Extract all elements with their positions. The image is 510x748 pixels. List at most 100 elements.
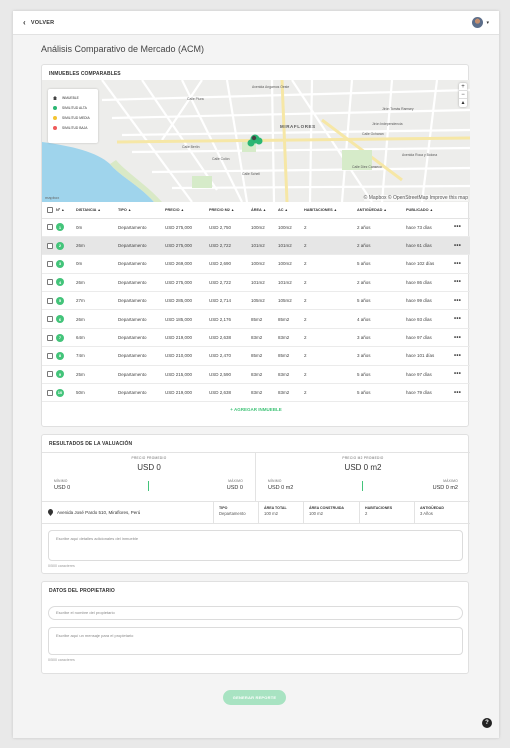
cell-rooms: 2 [304,291,357,311]
col-age[interactable]: ANTIGÜEDAD▲ [357,202,406,219]
row-checkbox[interactable] [47,389,53,396]
col-price-m2[interactable]: PRECIO M2▲ [209,202,251,219]
row-checkbox[interactable] [47,224,53,231]
col-distance[interactable]: DISTANCIA▲ [76,202,118,219]
col-number[interactable]: Nº▲ [56,202,76,219]
col-ac[interactable]: AC▲ [278,202,304,219]
table-row[interactable]: 5 27m Departamento USD 285,000 USD 2,714 105m… [42,291,470,311]
row-number-badge: 9 [56,370,64,379]
col-type[interactable]: TIPO▲ [118,202,165,219]
row-checkbox[interactable] [47,242,53,249]
select-all-checkbox[interactable] [47,206,53,213]
svg-text:Calle Berlín: Calle Berlín [182,145,200,149]
low-similarity-dot-icon [53,126,57,130]
table-row[interactable]: 7 64m Departamento USD 219,000 USD 2,638 83m2… [42,328,470,348]
cell-type: Departamento [118,328,165,348]
cell-area: 101m2 [251,236,278,256]
col-published[interactable]: PUBLICADO▲ [406,202,454,219]
user-menu[interactable]: ▾ [472,17,489,28]
row-checkbox[interactable] [47,316,53,323]
cell-ac: 83m2 [278,383,304,403]
table-row[interactable]: 8 74m Departamento USD 210,000 USD 2,470 85m2… [42,346,470,366]
owner-card: DATOS DEL PROPIETARIO Escribe el nombre … [41,581,469,674]
col-price[interactable]: PRECIO▲ [165,202,209,219]
cell-area: 83m2 [251,383,278,403]
owner-message-textarea[interactable]: Escribe aquí un mensaje para el propieta… [48,627,463,655]
cell-price-m2: USD 2,638 [209,328,251,348]
cell-area: 105m2 [251,291,278,311]
more-options-icon[interactable]: ••• [454,353,461,359]
more-options-icon[interactable]: ••• [454,390,461,396]
cell-ac: 83m2 [278,328,304,348]
cell-area: 100m2 [251,254,278,274]
row-checkbox[interactable] [47,352,53,359]
cell-age: 5 años [357,291,406,311]
table-row[interactable]: 6 26m Departamento USD 185,000 USD 2,176 85m2… [42,309,470,329]
help-icon[interactable]: ? [482,718,492,728]
table-row[interactable]: 9 25m Departamento USD 215,000 USD 2,590 83m2… [42,365,470,385]
mapbox-logo: mapbox [45,195,60,200]
more-options-icon[interactable]: ••• [454,224,461,230]
cell-price-m2: USD 2,714 [209,291,251,311]
more-options-icon[interactable]: ••• [454,316,461,322]
more-options-icon[interactable]: ••• [454,335,461,341]
row-number-badge: 2 [56,241,64,250]
cell-type: Departamento [118,346,165,366]
cell-type: Departamento [118,365,165,385]
cell-type: Departamento [118,383,165,403]
more-options-icon[interactable]: ••• [454,371,461,377]
table-row[interactable]: 3 0m Departamento USD 269,000 USD 2,690 100m2… [42,254,470,274]
table-row[interactable]: 1 0m Departamento USD 275,000 USD 2,750 100m2… [42,218,470,237]
row-checkbox[interactable] [47,279,53,286]
zoom-in-button[interactable]: + [459,83,467,91]
high-similarity-dot-icon [53,106,57,110]
row-checkbox[interactable] [47,260,53,267]
col-rooms[interactable]: HABITACIONES▲ [304,202,357,219]
medium-similarity-dot-icon [53,116,57,120]
max-price-value: USD 0 [226,485,243,491]
map[interactable]: MIRAFLORES Calle Berlín Calle Colón Jiró… [42,80,470,202]
more-options-icon[interactable]: ••• [454,261,461,267]
zoom-out-button[interactable]: − [459,91,467,99]
avg-price-m2-value: USD 0 m2 [344,463,382,472]
svg-text:Calle Piura: Calle Piura [187,97,204,101]
table-row[interactable]: 10 50m Departamento USD 219,000 USD 2,638 83m… [42,383,470,403]
cell-rooms: 2 [304,254,357,274]
back-button[interactable]: ‹ VOLVER [23,18,54,27]
cell-price: USD 269,000 [165,254,209,274]
property-details-textarea[interactable]: Escribe aquí detalles adicionales del in… [48,530,463,561]
compass-icon[interactable]: ▴ [459,99,467,107]
app-window: ‹ VOLVER ▾ Análisis Comparativo de Merca… [13,11,499,738]
chevron-down-icon: ▾ [486,19,489,26]
add-property-link[interactable]: + AGREGAR INMUEBLE [42,407,470,412]
cell-distance: 25m [76,365,118,385]
cell-published: hace 97 días [406,365,454,385]
cell-price-m2: USD 2,750 [209,218,251,237]
cell-age: 4 años [357,309,406,329]
cell-age: 3 años [357,346,406,366]
owner-name-input[interactable]: Escribe el nombre del propietario [48,606,463,620]
row-checkbox[interactable] [47,334,53,341]
row-checkbox[interactable] [47,297,53,304]
more-options-icon[interactable]: ••• [454,279,461,285]
cell-age: 5 años [357,365,406,385]
map-zoom-controls: + − ▴ [459,83,467,107]
svg-text:Jirón Tomás Ramsey: Jirón Tomás Ramsey [382,107,414,111]
cell-age: 5 años [357,254,406,274]
more-options-icon[interactable]: ••• [454,298,461,304]
avatar [472,17,484,28]
map-attribution[interactable]: © Mapbox © OpenStreetMap Improve this ma… [363,195,468,201]
more-options-icon[interactable]: ••• [454,243,461,249]
col-area[interactable]: ÁREA▲ [251,202,278,219]
row-number-badge: 10 [56,388,64,397]
cell-age: 2 años [357,236,406,256]
cell-price: USD 275,000 [165,236,209,256]
cell-distance: 26m [76,309,118,329]
min-price-label: MÍNIMO [54,479,68,483]
svg-text:MIRAFLORES: MIRAFLORES [280,124,316,129]
table-row[interactable]: 4 26m Departamento USD 275,000 USD 2,722 101m… [42,273,470,293]
generate-report-button[interactable]: GENERAR REPORTE [223,690,286,705]
cell-published: hace 102 días [406,254,454,274]
table-row[interactable]: 2 26m Departamento USD 275,000 USD 2,722 101m… [42,236,470,256]
row-checkbox[interactable] [47,371,53,378]
